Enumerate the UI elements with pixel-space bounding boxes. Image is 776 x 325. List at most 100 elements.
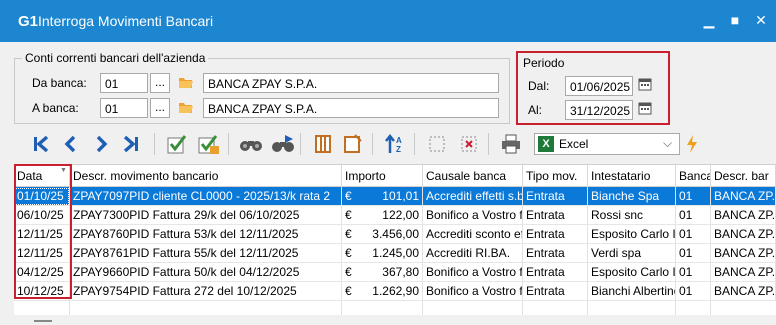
- cell-intestatario[interactable]: Esposito Carlo Ind: [588, 263, 676, 282]
- period-to-label: Al:: [528, 103, 543, 117]
- previous-record-icon[interactable]: [56, 127, 86, 161]
- cell-tipo-mov[interactable]: Entrata: [523, 244, 588, 263]
- column-header-intestatario[interactable]: Intestatario: [588, 165, 676, 187]
- cell-descr-movimento[interactable]: ZPAY8760PID Fattura 53/k del 12/11/2025: [70, 225, 342, 244]
- cell-causale[interactable]: Accrediti RI.BA.: [423, 244, 523, 263]
- period-to-date-input[interactable]: 31/12/2025: [565, 100, 633, 120]
- cell-descr-banca[interactable]: BANCA ZP.: [711, 282, 776, 301]
- cell-importo[interactable]: 122,00: [356, 206, 423, 225]
- cell-tipo-mov[interactable]: Entrata: [523, 282, 588, 301]
- cell-descr-banca[interactable]: BANCA ZP.: [711, 225, 776, 244]
- confirm-check-icon[interactable]: [162, 127, 192, 161]
- cell-descr-banca[interactable]: BANCA ZP.: [711, 263, 776, 282]
- cell-currency[interactable]: €: [342, 282, 356, 301]
- from-bank-name-field: BANCA ZPAY S.P.A.: [203, 73, 499, 93]
- column-header-tipo-mov[interactable]: Tipo mov.: [523, 165, 588, 187]
- close-button[interactable]: ✕: [748, 9, 774, 31]
- to-bank-code-input[interactable]: 01: [100, 98, 148, 118]
- chevron-down-icon[interactable]: ⌵: [663, 136, 672, 151]
- column-header-causale[interactable]: Causale banca: [423, 165, 523, 187]
- calendar-icon[interactable]: [638, 77, 652, 91]
- cell-intestatario[interactable]: Rossi snc: [588, 206, 676, 225]
- cell-descr-movimento[interactable]: ZPAY9660PID Fattura 50/k del 04/12/2025: [70, 263, 342, 282]
- cell-tipo-mov[interactable]: Entrata: [523, 206, 588, 225]
- cell-descr-movimento[interactable]: ZPAY9754PID Fattura 272 del 10/12/2025: [70, 282, 342, 301]
- accounts-group-label: Conti correnti bancari dell'azienda: [22, 51, 209, 65]
- cell-causale[interactable]: Bonifico a Vostro fav: [423, 206, 523, 225]
- from-bank-code-input[interactable]: 01: [100, 73, 148, 93]
- cell-currency[interactable]: €: [342, 244, 356, 263]
- cell-causale[interactable]: Accrediti sconto effe: [423, 225, 523, 244]
- cell-banca[interactable]: 01: [676, 225, 711, 244]
- cell-tipo-mov[interactable]: Entrata: [523, 187, 588, 206]
- table-row[interactable]: 04/12/25 ZPAY9660PID Fattura 50/k del 04/…: [14, 263, 776, 282]
- column-header-banca[interactable]: Banca: [676, 165, 711, 187]
- table-row[interactable]: 06/10/25 ZPAY7300PID Fattura 29/k del 06/…: [14, 206, 776, 225]
- cell-causale[interactable]: Bonifico a Vostro fav: [423, 263, 523, 282]
- minimize-button[interactable]: ▁: [696, 9, 722, 31]
- folder-open-icon[interactable]: [178, 74, 194, 90]
- cell-causale[interactable]: Bonifico a Vostro fav: [423, 282, 523, 301]
- sort-az-icon[interactable]: AZ: [380, 127, 410, 161]
- cell-causale[interactable]: Accrediti effetti s.b.f.: [423, 187, 523, 206]
- cell-currency[interactable]: €: [342, 225, 356, 244]
- table-row[interactable]: 12/11/25 ZPAY8760PID Fattura 53/k del 12/…: [14, 225, 776, 244]
- cell-importo[interactable]: 1.245,00: [356, 244, 423, 263]
- cell-descr-banca[interactable]: BANCA ZP.: [711, 187, 776, 206]
- cell-intestatario[interactable]: Bianchi Albertino: [588, 282, 676, 301]
- cell-importo[interactable]: 101,01: [356, 187, 423, 206]
- search-next-icon[interactable]: [268, 127, 298, 161]
- splitter-handle[interactable]: [34, 320, 52, 322]
- cell-banca[interactable]: 01: [676, 187, 711, 206]
- cell-importo[interactable]: 3.456,00: [356, 225, 423, 244]
- table-row[interactable]: 01/10/25 ZPAY7097PID cliente CL0000 - 202…: [14, 187, 776, 206]
- cell-descr-banca[interactable]: BANCA ZP.: [711, 244, 776, 263]
- cell-descr-banca[interactable]: BANCA ZP.: [711, 206, 776, 225]
- period-from-date-input[interactable]: 01/06/2025: [565, 76, 633, 96]
- cell-intestatario[interactable]: Bianche Spa: [588, 187, 676, 206]
- binoculars-search-icon[interactable]: [236, 127, 266, 161]
- cell-currency[interactable]: €: [342, 206, 356, 225]
- cell-banca[interactable]: 01: [676, 282, 711, 301]
- printer-icon[interactable]: [496, 127, 526, 161]
- cell-descr-movimento[interactable]: ZPAY7097PID cliente CL0000 - 2025/13/k r…: [70, 187, 342, 206]
- toolbar-separator: [414, 133, 415, 155]
- cell-banca[interactable]: 01: [676, 263, 711, 282]
- cell-descr-movimento[interactable]: ZPAY7300PID Fattura 29/k del 06/10/2025: [70, 206, 342, 225]
- cell-intestatario[interactable]: Esposito Carlo Ind: [588, 225, 676, 244]
- select-box-icon[interactable]: [422, 127, 452, 161]
- document-edit-icon[interactable]: [338, 127, 368, 161]
- next-record-icon[interactable]: [86, 127, 116, 161]
- cell-tipo-mov[interactable]: Entrata: [523, 263, 588, 282]
- cell-intestatario[interactable]: Verdi spa: [588, 244, 676, 263]
- cell-tipo-mov[interactable]: Entrata: [523, 225, 588, 244]
- cell-currency[interactable]: €: [342, 263, 356, 282]
- last-record-icon[interactable]: [116, 127, 146, 161]
- confirm-all-icon[interactable]: [194, 127, 224, 161]
- grid-empty-area: [14, 301, 776, 315]
- movements-grid[interactable]: Data ▼ Descr. movimento bancario Importo…: [14, 164, 776, 315]
- cell-descr-movimento[interactable]: ZPAY8761PID Fattura 55/k del 12/11/2025: [70, 244, 342, 263]
- columns-layout-icon[interactable]: [308, 127, 338, 161]
- first-record-icon[interactable]: [26, 127, 56, 161]
- table-row[interactable]: 12/11/25 ZPAY8761PID Fattura 55/k del 12/…: [14, 244, 776, 263]
- folder-open-icon[interactable]: [178, 99, 194, 115]
- toolbar-separator: [228, 133, 229, 155]
- maximize-button[interactable]: ■: [722, 9, 748, 31]
- cell-banca[interactable]: 01: [676, 206, 711, 225]
- cell-importo[interactable]: 1.262,90: [356, 282, 423, 301]
- lightning-icon[interactable]: [686, 135, 698, 153]
- toolbar: AZ X Excel ⌵: [14, 127, 774, 161]
- cell-importo[interactable]: 367,80: [356, 263, 423, 282]
- column-header-importo[interactable]: Importo: [342, 165, 423, 187]
- table-row[interactable]: 10/12/25 ZPAY9754PID Fattura 272 del 10/1…: [14, 282, 776, 301]
- cell-banca[interactable]: 01: [676, 244, 711, 263]
- to-bank-lookup-button[interactable]: ...: [150, 98, 170, 118]
- calendar-icon[interactable]: [638, 101, 652, 115]
- column-header-descr-movimento[interactable]: Descr. movimento bancario: [70, 165, 342, 187]
- export-format-select[interactable]: X Excel ⌵: [534, 133, 680, 155]
- column-header-descr-banca[interactable]: Descr. bar: [711, 165, 776, 187]
- from-bank-lookup-button[interactable]: ...: [150, 73, 170, 93]
- deselect-box-icon[interactable]: [454, 127, 484, 161]
- cell-currency[interactable]: €: [342, 187, 356, 206]
